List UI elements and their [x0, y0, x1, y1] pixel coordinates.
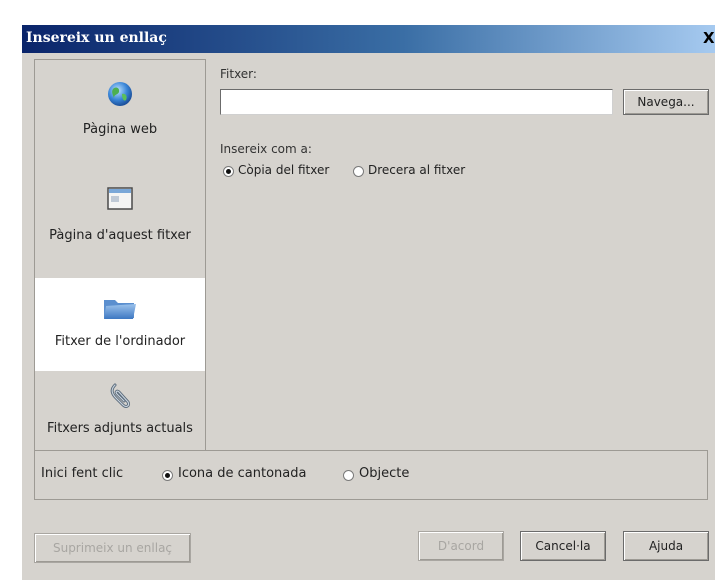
corner-icon-radio[interactable]	[162, 470, 173, 481]
nav-item-this-file-page[interactable]: Pàgina d'aquest fitxer	[35, 172, 205, 278]
start-click-label: Inici fent clic	[41, 466, 124, 481]
title-bar: Insereix un enllaç X	[22, 25, 715, 53]
paperclip-icon	[110, 383, 130, 408]
cancel-button[interactable]: Cancel·la	[520, 531, 606, 561]
copy-file-label[interactable]: Còpia del fitxer	[238, 163, 329, 177]
start-click-group: Inici fent clic Icona de cantonada Objec…	[34, 450, 708, 500]
ok-button[interactable]: D'acord	[418, 531, 504, 561]
file-path-input[interactable]	[220, 89, 613, 115]
nav-item-label: Pàgina web	[82, 122, 158, 137]
folder-icon	[104, 300, 136, 319]
nav-item-current-attachments[interactable]: Fitxers adjunts actuals	[35, 371, 205, 458]
insert-link-dialog: Insereix un enllaç X Pàgina web Pàgina d…	[22, 25, 715, 580]
insert-as-label: Insereix com a:	[220, 142, 312, 156]
nav-item-web-page[interactable]: Pàgina web	[35, 60, 205, 172]
browse-button[interactable]: Navega...	[623, 89, 709, 115]
object-label[interactable]: Objecte	[359, 466, 409, 481]
nav-item-label: Fitxers adjunts actuals	[47, 421, 193, 436]
remove-link-button[interactable]: Suprimeix un enllaç	[34, 533, 191, 563]
copy-file-radio[interactable]	[223, 166, 234, 177]
globe-icon	[108, 82, 132, 106]
corner-icon-label[interactable]: Icona de cantonada	[178, 466, 306, 481]
close-icon[interactable]: X	[703, 29, 715, 47]
page-icon	[107, 187, 133, 210]
nav-item-label: Pàgina d'aquest fitxer	[49, 228, 191, 243]
help-button[interactable]: Ajuda	[623, 531, 709, 561]
file-shortcut-label[interactable]: Drecera al fitxer	[368, 163, 465, 177]
file-shortcut-radio[interactable]	[353, 166, 364, 177]
file-label: Fitxer:	[220, 67, 257, 81]
object-radio[interactable]	[343, 470, 354, 481]
dialog-title: Insereix un enllaç	[26, 30, 167, 46]
nav-item-label: Fitxer de l'ordinador	[54, 334, 186, 349]
nav-item-computer-file[interactable]: Fitxer de l'ordinador	[35, 278, 205, 371]
link-type-pane: Pàgina web Pàgina d'aquest fitxer Fitxer…	[34, 59, 206, 459]
